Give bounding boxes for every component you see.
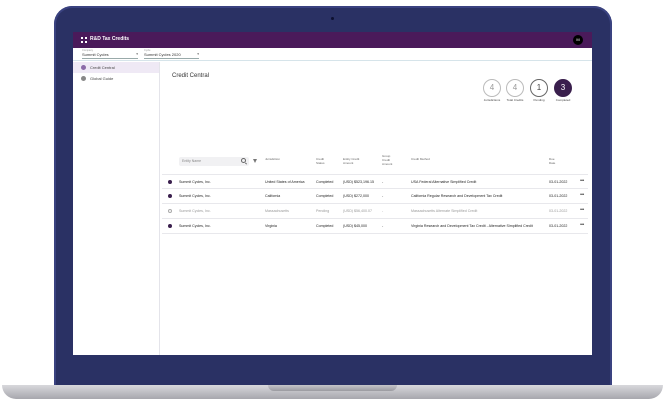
column-header-group-amount[interactable]: Group Credit Amount [382, 154, 398, 166]
cell-method: USA Federal Alternative Simplified Credi… [411, 180, 477, 184]
search-icon[interactable] [241, 158, 246, 163]
stat-label: Completed [555, 98, 571, 102]
sidebar-item-global-guide[interactable]: Global Guide [73, 73, 159, 84]
status-dot [168, 180, 172, 184]
chevron-down-icon: ▾ [136, 52, 138, 56]
main-content: Credit Central 4 Jurisdictions 4 Total C… [160, 62, 592, 355]
app-header: R&D Tax Credits M [73, 32, 592, 48]
cell-method: California Regular Research and Developm… [411, 194, 503, 198]
column-header-method[interactable]: Credit Method [411, 157, 430, 161]
filter-icon[interactable] [253, 159, 257, 163]
table-row[interactable]: Summit Cycles, Inc. Massachusetts Pendin… [162, 204, 588, 219]
search-placeholder: Entity Name [182, 159, 202, 163]
cell-status: Completed [316, 224, 334, 228]
cell-due-date: 03-01-2022 [549, 224, 568, 228]
status-dot [168, 224, 172, 228]
column-header-jurisdiction[interactable]: Jurisdiction [265, 157, 280, 161]
stat-jurisdictions[interactable]: 4 Jurisdictions [483, 79, 501, 102]
cell-entity-amount: (USD) $56,400.07 [343, 209, 372, 213]
cell-status: Pending [316, 209, 330, 213]
table-row[interactable]: Summit Cycles, Inc. United States of Ame… [162, 174, 588, 189]
cycle-select-caption: Cycle [144, 49, 151, 52]
app-title: R&D Tax Credits [90, 36, 130, 42]
cell-group-amount: - [382, 209, 384, 213]
cell-entity-amount: (USD) $272,000 [343, 194, 369, 198]
cell-entity: Summit Cycles, Inc. [179, 209, 211, 213]
filter-bar: Company Summit Cycles ▾ Cycle Summit Cyc… [73, 48, 592, 61]
sidebar-item-credit-central[interactable]: Credit Central [73, 62, 159, 73]
laptop-notch [268, 385, 397, 391]
nav-icon [81, 76, 86, 81]
stat-pending[interactable]: 1 Pending [530, 79, 548, 102]
avatar[interactable]: M [573, 35, 583, 45]
cell-group-amount: - [382, 194, 384, 198]
cell-entity: Summit Cycles, Inc. [179, 180, 211, 184]
status-dot [168, 194, 172, 198]
stat-value: 1 [530, 79, 548, 97]
stat-completed[interactable]: 3 Completed [554, 79, 572, 102]
cell-jurisdiction: Massachusetts [265, 209, 289, 213]
cell-status: Completed [316, 194, 334, 198]
cell-status: Completed [316, 180, 334, 184]
search-input[interactable]: Entity Name [179, 157, 249, 166]
sidebar-item-label: Credit Central [90, 65, 115, 70]
more-icon[interactable]: ••• [580, 178, 584, 184]
company-select-caption: Company [82, 49, 94, 52]
more-icon[interactable]: ••• [580, 222, 584, 228]
table-row[interactable]: Summit Cycles, Inc. California Completed… [162, 189, 588, 204]
cell-due-date: 03-01-2022 [549, 209, 568, 213]
cell-method: Virginia Research and Development Tax Cr… [411, 224, 533, 228]
grid-icon[interactable] [81, 37, 87, 43]
cell-due-date: 03-01-2022 [549, 180, 568, 184]
page-title: Credit Central [172, 73, 210, 79]
cell-entity-amount: (USD) $523,196.15 [343, 180, 374, 184]
cell-entity-amount: (USD) $45,000 [343, 224, 367, 228]
cell-entity: Summit Cycles, Inc. [179, 224, 211, 228]
cell-jurisdiction: California [265, 194, 281, 198]
sidebar-item-label: Global Guide [90, 76, 114, 81]
more-icon[interactable]: ••• [580, 207, 584, 213]
cell-group-amount: - [382, 180, 384, 184]
chevron-down-icon: ▾ [197, 52, 199, 56]
cell-due-date: 03-01-2022 [549, 194, 568, 198]
column-header-status[interactable]: Credit Status [316, 157, 332, 165]
more-icon[interactable]: ••• [580, 192, 584, 198]
cell-group-amount: - [382, 224, 384, 228]
cycle-select[interactable]: Cycle Summit Cycles 2020 ▾ [144, 49, 199, 59]
column-header-due-date[interactable]: Due Date [549, 157, 561, 165]
cell-jurisdiction: Virginia [265, 224, 277, 228]
stat-value: 4 [483, 79, 501, 97]
cell-jurisdiction: United States of America [265, 180, 305, 184]
webcam [331, 17, 334, 20]
status-dot [168, 209, 172, 213]
stat-total-credits[interactable]: 4 Total Credits [506, 79, 524, 102]
column-header-entity-amount[interactable]: Entity Credit Amount [343, 157, 369, 165]
app-screen: R&D Tax Credits M Company Summit Cycles … [73, 32, 592, 355]
cell-entity: Summit Cycles, Inc. [179, 194, 211, 198]
company-select[interactable]: Company Summit Cycles ▾ [82, 49, 138, 59]
nav-icon [81, 65, 86, 70]
stat-value: 4 [506, 79, 524, 97]
cell-method: Massachusetts Alternate Simplified Credi… [411, 209, 478, 213]
table-row[interactable]: Summit Cycles, Inc. Virginia Completed (… [162, 219, 588, 234]
sidebar: Credit Central Global Guide [73, 62, 160, 355]
stat-value: 3 [554, 79, 572, 97]
